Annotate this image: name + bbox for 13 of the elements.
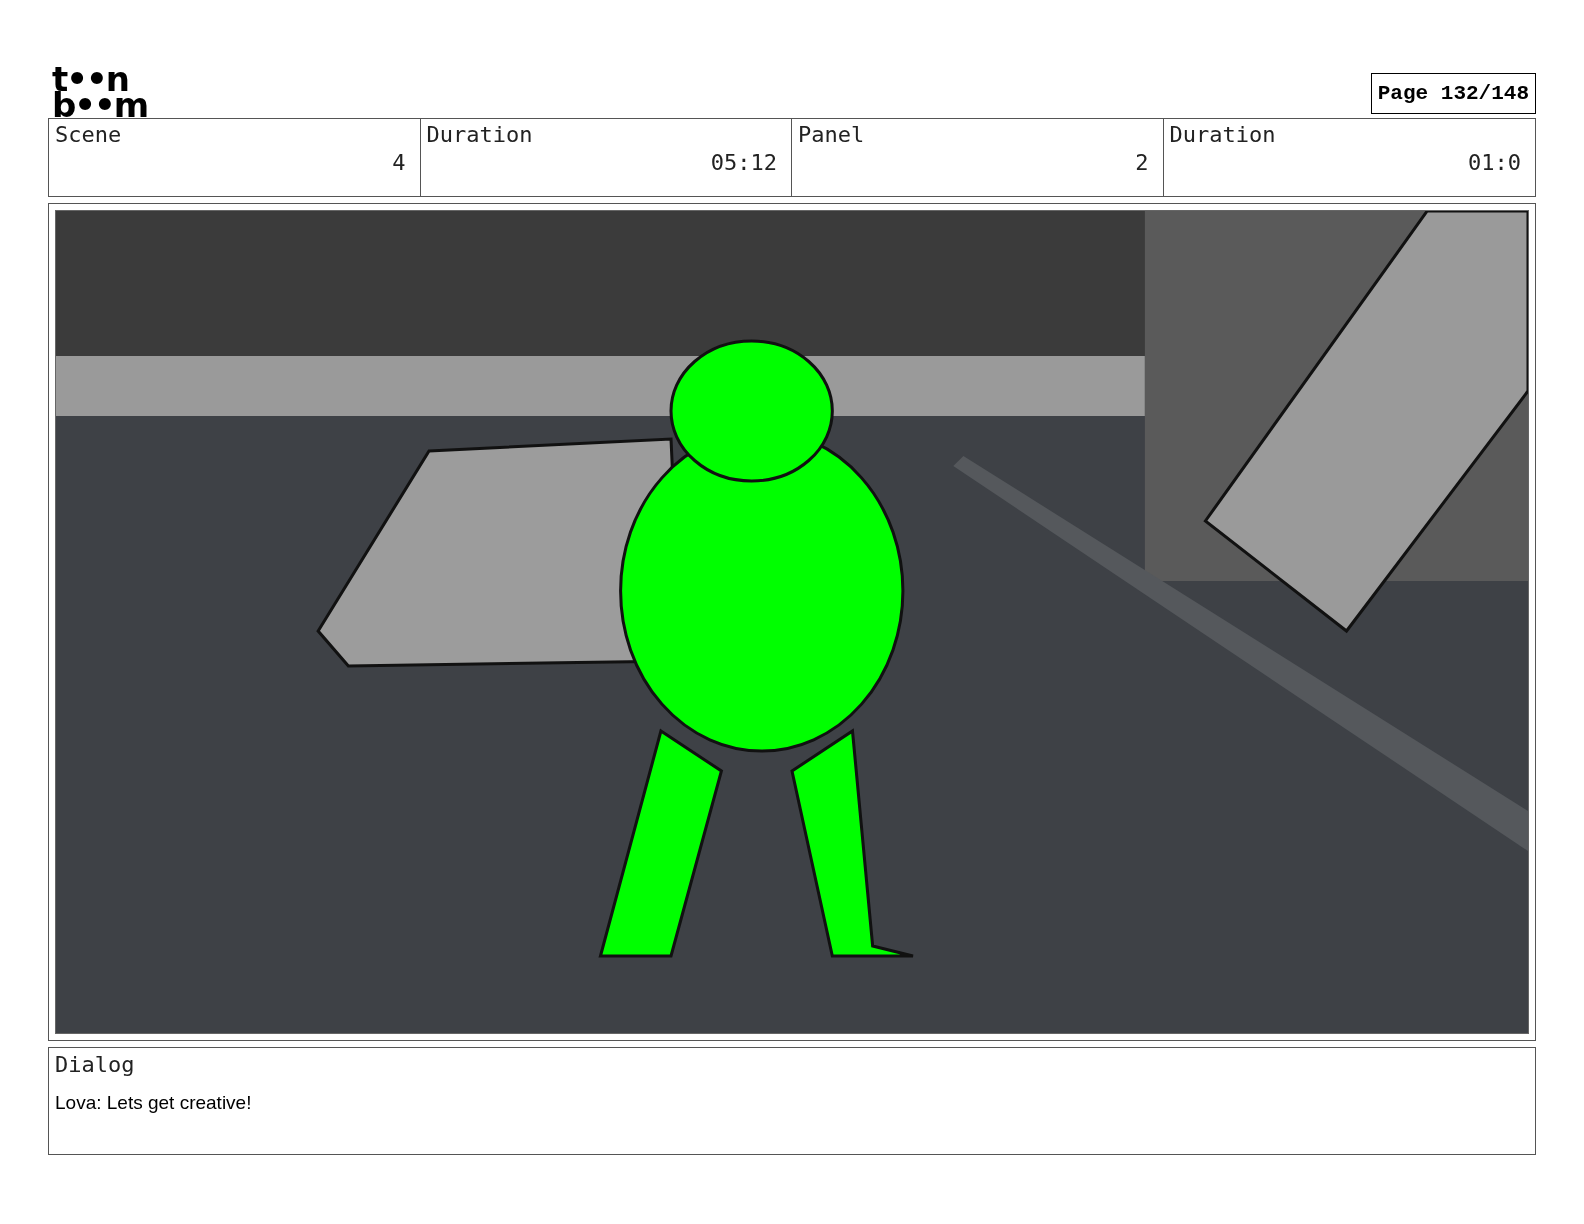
page-number: Page 132/148 [1370,72,1536,114]
header-label: Duration [1169,121,1277,149]
header-value: 01:0 [1468,149,1521,177]
header-value: 05:12 [710,149,777,177]
header-value: 4 [392,149,406,177]
dialog-label: Dialog [55,1051,136,1079]
logo-text: t••n [52,66,128,92]
header-label: Panel [798,121,866,149]
header-value: 2 [1135,149,1149,177]
header-label: Duration [426,121,534,149]
logo-text: b••m [52,92,148,118]
dialog-text: Lova: Lets get creative! [55,1091,253,1115]
header-label: Scene [55,121,123,149]
